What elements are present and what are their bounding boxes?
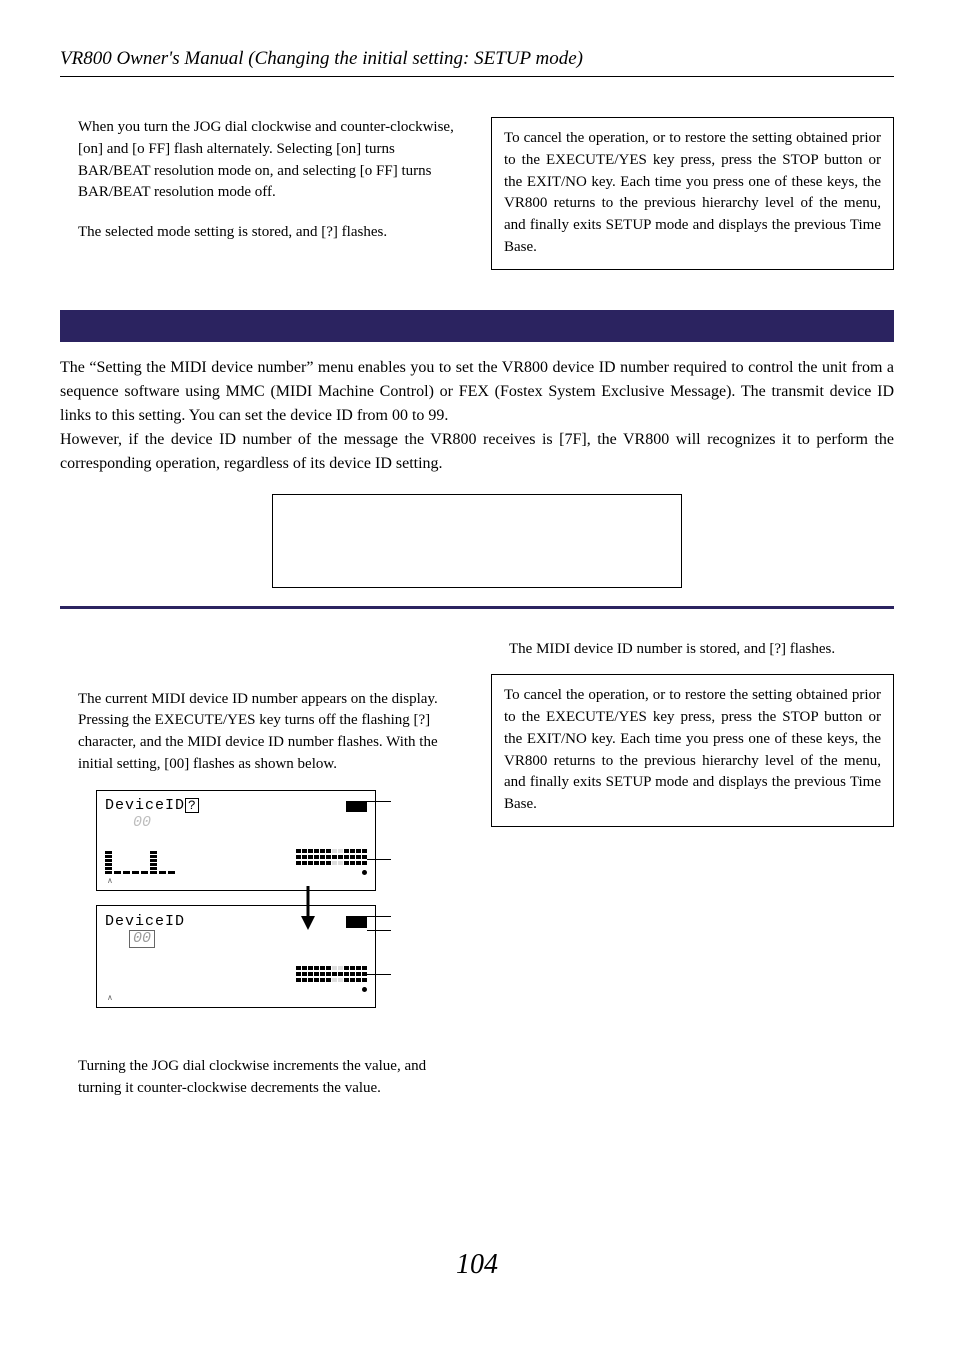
step5-body: When you turn the JOG dial clockwise and… (78, 117, 463, 204)
lcd-unit-2: DeviceID 00 (96, 905, 376, 1008)
mid-box-wrap (60, 494, 894, 588)
lcd2-title: DeviceID (105, 914, 185, 931)
top-right-col: To cancel the operation, or to restore t… (491, 117, 894, 270)
lcd-stack: DeviceID? 00 (96, 790, 376, 1009)
lower-note-box: To cancel the operation, or to restore t… (491, 674, 894, 827)
lower-left-col: The current MIDI device ID number appear… (60, 639, 463, 1100)
step3-body: Turning the JOG dial clockwise increment… (78, 1056, 463, 1100)
lcd-unit-1: DeviceID? 00 (96, 790, 376, 891)
lcd1-caret: ∧ (105, 877, 367, 886)
lcd2-lr-meters (296, 966, 367, 992)
top-columns: When you turn the JOG dial clockwise and… (60, 117, 894, 270)
section-title-bar (60, 310, 894, 342)
step6-body: The selected mode setting is stored, and… (78, 222, 463, 244)
lcd1-lr-meters (296, 849, 367, 875)
page-number: 104 (0, 1249, 954, 1281)
lcd1-value: 00 (133, 815, 367, 832)
down-arrow-icon (298, 886, 318, 930)
lcd1-tracks (105, 851, 175, 875)
lower-right-col: The MIDI device ID number is stored, and… (491, 639, 894, 827)
step4-body: The MIDI device ID number is stored, and… (509, 639, 894, 661)
lcd1-title: DeviceID (105, 797, 185, 814)
access-dot-icon (362, 870, 367, 875)
top-note-box: To cancel the operation, or to restore t… (491, 117, 894, 270)
lower-columns: The current MIDI device ID number appear… (60, 639, 894, 1100)
access-dot-icon (362, 987, 367, 992)
lcd2-caret: ∧ (105, 994, 367, 1003)
lcd2-value: 00 (129, 930, 155, 949)
section-intro: The “Setting the MIDI device number” men… (60, 356, 894, 476)
header-rule (60, 76, 894, 77)
lcd1-prog-icon (346, 801, 367, 813)
mid-settings-box (272, 494, 682, 588)
step2-body: The current MIDI device ID number appear… (78, 689, 463, 776)
lcd2-prog-icon (346, 916, 367, 928)
page-header-title: VR800 Owner's Manual (Changing the initi… (60, 48, 894, 70)
thick-divider (60, 606, 894, 609)
lcd1-qmark: ? (185, 798, 199, 813)
top-left-col: When you turn the JOG dial clockwise and… (60, 117, 463, 244)
